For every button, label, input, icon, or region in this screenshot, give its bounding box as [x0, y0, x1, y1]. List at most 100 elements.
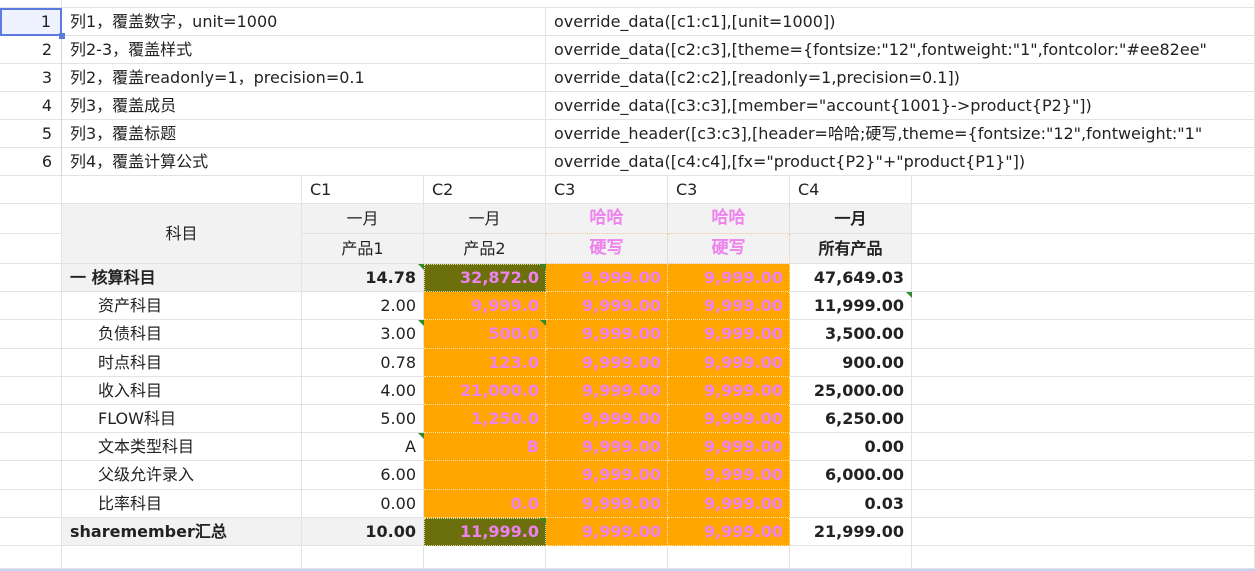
data-cell-c3a-text: 9,999.00: [582, 267, 661, 287]
data-cell-c3a[interactable]: 9,999.00: [546, 433, 668, 461]
data-cell-c2[interactable]: [424, 461, 546, 490]
row-number-2[interactable]: 2: [0, 36, 62, 64]
data-cell-c1[interactable]: 4.00: [302, 377, 424, 405]
row-subject: 一 核算科目: [62, 264, 302, 292]
data-cell-c2[interactable]: 21,000.0: [424, 377, 546, 405]
data-cell-c1[interactable]: A: [302, 433, 424, 461]
data-cell-c3a[interactable]: 9,999.00: [546, 320, 668, 349]
gutter-data-7: [0, 461, 62, 490]
extra-row-b: [302, 546, 424, 569]
data-cell-c2[interactable]: 11,999.0: [424, 518, 546, 546]
data-cell-c2[interactable]: 500.0: [424, 320, 546, 349]
column-header-4-bottom[interactable]: 硬写: [668, 234, 790, 264]
column-code-c3: C3: [546, 176, 668, 204]
note-label-1[interactable]: 列1，覆盖数字，unit=1000: [62, 8, 546, 36]
data-cell-c3a[interactable]: 9,999.00: [546, 405, 668, 433]
data-cell-c3b[interactable]: 9,999.00: [668, 349, 790, 377]
data-cell-c3a[interactable]: 9,999.00: [546, 292, 668, 320]
row-subject-text: 文本类型科目: [98, 436, 195, 456]
note-code-6[interactable]: override_data([c4:c4],[fx="product{P2}"+…: [546, 148, 1255, 176]
comment-marker-icon: [418, 264, 424, 270]
row-subject-text: 父级允许录入: [98, 465, 195, 484]
data-cell-c3a[interactable]: 9,999.00: [546, 518, 668, 546]
header-rest-1: [912, 204, 1255, 234]
data-cell-c3a[interactable]: 9,999.00: [546, 349, 668, 377]
data-cell-c3b[interactable]: 9,999.00: [668, 377, 790, 405]
column-header-2-top[interactable]: 一月: [424, 204, 546, 234]
note-label-6[interactable]: 列4，覆盖计算公式: [62, 148, 546, 176]
note-label-2[interactable]: 列2-3，覆盖样式: [62, 36, 546, 64]
data-cell-c3b[interactable]: 9,999.00: [668, 320, 790, 349]
data-cell-c3a[interactable]: 9,999.00: [546, 490, 668, 518]
data-cell-c2[interactable]: 9,999.0: [424, 292, 546, 320]
column-header-5-top[interactable]: 一月: [790, 204, 912, 234]
data-cell-c1[interactable]: 0.00: [302, 490, 424, 518]
data-cell-c1[interactable]: 3.00: [302, 320, 424, 349]
data-cell-c2[interactable]: 32,872.0: [424, 264, 546, 292]
note-label-5[interactable]: 列3，覆盖标题: [62, 120, 546, 148]
data-cell-c1-text: 6.00: [380, 465, 416, 484]
column-header-5-bottom[interactable]: 所有产品: [790, 234, 912, 264]
data-cell-c3b[interactable]: 9,999.00: [668, 490, 790, 518]
data-cell-c3b-text: 9,999.00: [704, 352, 783, 372]
data-cell-c3b-text: 9,999.00: [704, 380, 783, 400]
row-subject: 收入科目: [62, 377, 302, 405]
data-cell-c3a[interactable]: 9,999.00: [546, 264, 668, 292]
data-cell-c3b[interactable]: 9,999.00: [668, 405, 790, 433]
row-subject: 时点科目: [62, 349, 302, 377]
data-cell-c2[interactable]: 123.0: [424, 349, 546, 377]
data-cell-c2[interactable]: B: [424, 433, 546, 461]
data-cell-c2-text: 11,999.0: [460, 522, 539, 541]
column-header-2-bottom[interactable]: 产品2: [424, 234, 546, 264]
data-cell-c3b[interactable]: 9,999.00: [668, 518, 790, 546]
data-cell-c4: 11,999.00: [790, 292, 912, 320]
column-header-3-bottom[interactable]: 硬写: [546, 234, 668, 264]
data-cell-c3b[interactable]: 9,999.00: [668, 292, 790, 320]
data-cell-c3a[interactable]: 9,999.00: [546, 461, 668, 490]
data-cell-c1[interactable]: 5.00: [302, 405, 424, 433]
gutter-header-1: [0, 204, 62, 234]
column-header-3-top[interactable]: 哈哈: [546, 204, 668, 234]
column-code-c1: C1: [302, 176, 424, 204]
comment-marker-icon: [540, 320, 546, 326]
note-code-4[interactable]: override_data([c3:c3],[member="account{1…: [546, 92, 1255, 120]
data-cell-c1[interactable]: 14.78: [302, 264, 424, 292]
spreadsheet-grid[interactable]: 1 列1，覆盖数字，unit=1000 override_data([c1:c1],…: [0, 0, 1255, 571]
note-label-3[interactable]: 列2，覆盖readonly=1，precision=0.1: [62, 64, 546, 92]
note-label-4[interactable]: 列3，覆盖成员: [62, 92, 546, 120]
data-cell-c2[interactable]: 0.0: [424, 490, 546, 518]
data-cell-c1[interactable]: 6.00: [302, 461, 424, 490]
data-cell-c1[interactable]: 0.78: [302, 349, 424, 377]
row-number-1[interactable]: 1: [0, 8, 62, 36]
data-cell-c3b[interactable]: 9,999.00: [668, 433, 790, 461]
data-cell-c3b[interactable]: 9,999.00: [668, 461, 790, 490]
note-label-3-text: 列2，覆盖readonly=1，precision=0.1: [70, 67, 365, 87]
data-cell-c3b[interactable]: 9,999.00: [668, 264, 790, 292]
note-code-1[interactable]: override_data([c1:c1],[unit=1000]): [546, 8, 1255, 36]
column-header-1-top[interactable]: 一月: [302, 204, 424, 234]
data-cell-c2[interactable]: 1,250.0: [424, 405, 546, 433]
data-cell-c4: 25,000.00: [790, 377, 912, 405]
row-number-1-text: 1: [40, 12, 51, 31]
data-cell-c3a-text: 9,999.00: [582, 324, 661, 343]
data-cell-c3a[interactable]: 9,999.00: [546, 377, 668, 405]
row-number-6[interactable]: 6: [0, 148, 62, 176]
data-cell-c3b-text: 9,999.00: [704, 521, 783, 541]
row-number-5[interactable]: 5: [0, 120, 62, 148]
selection-handle[interactable]: [59, 33, 65, 39]
code-row-blank: [62, 176, 302, 204]
note-code-5[interactable]: override_header([c3:c3],[header=哈哈;硬写,th…: [546, 120, 1255, 148]
row-number-3[interactable]: 3: [0, 64, 62, 92]
data-cell-c3a-text: 9,999.00: [582, 380, 661, 400]
extra-row-f: [790, 546, 912, 569]
data-cell-c1[interactable]: 10.00: [302, 518, 424, 546]
row-number-4[interactable]: 4: [0, 92, 62, 120]
data-cell-c4-text: 11,999.00: [813, 295, 904, 315]
note-code-2[interactable]: override_data([c2:c3],[theme={fontsize:"…: [546, 36, 1255, 64]
column-header-4-top[interactable]: 哈哈: [668, 204, 790, 234]
top-strip-gutter: [0, 0, 62, 8]
data-cell-c1[interactable]: 2.00: [302, 292, 424, 320]
data-cell-c1-text: 0.00: [380, 493, 416, 513]
note-code-3[interactable]: override_data([c2:c2],[readonly=1,precis…: [546, 64, 1255, 92]
column-header-1-bottom[interactable]: 产品1: [302, 234, 424, 264]
